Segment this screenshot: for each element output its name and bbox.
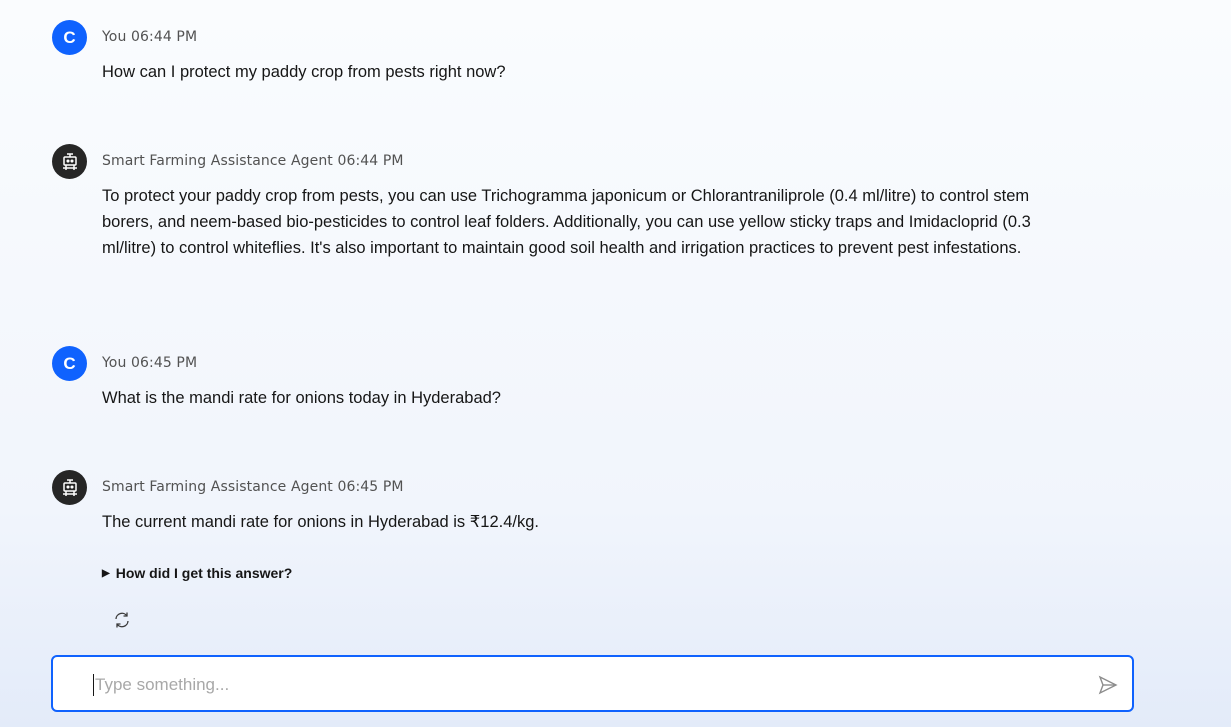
message-text: How can I protect my paddy crop from pes… xyxy=(102,63,506,81)
message-input-container xyxy=(51,655,1134,712)
robot-icon xyxy=(52,144,87,179)
message-text: What is the mandi rate for onions today … xyxy=(102,389,501,407)
caret-right-icon: ▶ xyxy=(102,567,110,579)
message-meta: Smart Farming Assistance Agent 06:44 PM xyxy=(102,153,404,169)
user-avatar: C xyxy=(52,346,87,381)
sender-name: Smart Farming Assistance Agent xyxy=(102,153,333,169)
timestamp: 06:44 PM xyxy=(337,153,404,169)
message-text: To protect your paddy crop from pests, y… xyxy=(102,187,1031,257)
send-icon[interactable] xyxy=(1097,674,1119,696)
sender-name: Smart Farming Assistance Agent xyxy=(102,479,333,495)
timestamp: 06:45 PM xyxy=(131,355,198,371)
answer-details-label: How did I get this answer? xyxy=(115,565,293,581)
chat-log: C You 06:44 PM How can I protect my padd… xyxy=(0,0,1231,650)
regenerate-button[interactable] xyxy=(110,608,134,632)
message-meta: You 06:44 PM xyxy=(102,29,197,45)
robot-icon xyxy=(52,470,87,505)
timestamp: 06:45 PM xyxy=(337,479,404,495)
refresh-icon xyxy=(115,612,129,628)
message-text: The current mandi rate for onions in Hyd… xyxy=(102,513,539,531)
timestamp: 06:44 PM xyxy=(131,29,198,45)
message-meta: Smart Farming Assistance Agent 06:45 PM xyxy=(102,479,404,495)
user-avatar: C xyxy=(52,20,87,55)
message-meta: You 06:45 PM xyxy=(102,355,197,371)
answer-details-toggle[interactable]: ▶ How did I get this answer? xyxy=(102,565,292,581)
sender-name: You xyxy=(102,355,127,371)
message-input[interactable] xyxy=(93,667,1077,703)
sender-name: You xyxy=(102,29,127,45)
